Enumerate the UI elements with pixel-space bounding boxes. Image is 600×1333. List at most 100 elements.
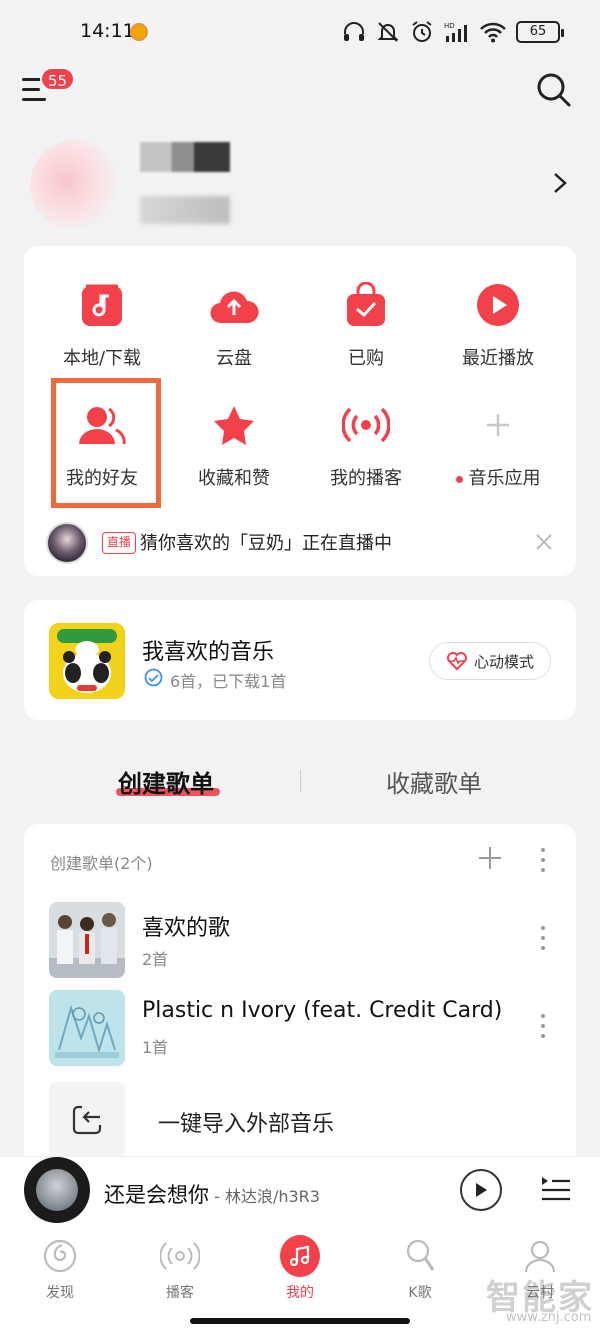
illustration-cover-art — [49, 990, 125, 1066]
notification-badge: 55 — [40, 67, 76, 91]
shortcut-music-apps[interactable]: 音乐应用 — [432, 398, 564, 490]
watermark-url: www.znj.com — [506, 1310, 592, 1325]
nav-podcast[interactable]: 播客 — [140, 1236, 220, 1302]
playlist-item[interactable]: Plastic n Ivory (feat. Credit Card) 1首 — [24, 990, 576, 1070]
alarm-icon — [412, 21, 432, 42]
add-icon — [487, 414, 509, 436]
star-icon — [214, 406, 254, 445]
nav-label: 发现 — [46, 1285, 74, 1301]
music-note-icon — [289, 1245, 310, 1267]
playlist-name: Plastic n Ivory (feat. Credit Card) — [142, 998, 503, 1023]
liked-music-card[interactable]: 我喜欢的音乐 6首，已下载1首 心动模式 — [24, 600, 576, 720]
podcast-icon — [160, 1242, 200, 1270]
svg-text:HD: HD — [444, 22, 455, 30]
add-icon — [479, 847, 501, 869]
shortcut-card: 本地/下载 云盘 已购 最近播放 我的好友 收藏和赞 我的播客 音乐应用 直播 … — [24, 246, 576, 576]
live-host-avatar[interactable] — [46, 522, 88, 564]
cloud-upload-icon — [210, 291, 259, 324]
playlist-item[interactable]: 喜欢的歌 2首 — [24, 902, 576, 982]
shortcut-my-podcast[interactable]: 我的播客 — [300, 398, 432, 490]
live-banner-text[interactable]: 猜你喜欢的「豆奶」正在直播中 — [140, 529, 392, 555]
shortcut-recent-play[interactable]: 最近播放 — [432, 278, 564, 370]
microphone-icon — [406, 1239, 435, 1271]
heart-mode-button[interactable]: 心动模式 — [429, 642, 551, 680]
liked-music-cover[interactable] — [49, 623, 125, 699]
create-playlist-button[interactable] — [478, 846, 502, 870]
playlist-count: 1首 — [142, 1038, 169, 1057]
shortcut-local-download[interactable]: 本地/下载 — [36, 278, 168, 370]
import-label: 一键导入外部音乐 — [158, 1112, 335, 1137]
user-level-redacted — [140, 196, 230, 224]
recent-play-icon — [477, 284, 519, 326]
heart-mode-label: 心动模式 — [473, 652, 534, 671]
shortcut-cloud-disk[interactable]: 云盘 — [168, 278, 300, 370]
nav-karaoke[interactable]: K歌 — [380, 1236, 460, 1302]
chevron-right-icon — [554, 173, 567, 193]
home-indicator — [190, 1318, 410, 1324]
status-bar: 14:11 HD 65 — [0, 0, 600, 64]
shortcut-label: 收藏和赞 — [198, 468, 270, 489]
nav-label: 我的 — [286, 1285, 314, 1301]
live-tag: 直播 — [102, 532, 137, 554]
shortcut-purchased[interactable]: 已购 — [300, 278, 432, 370]
shortcut-label: 云盘 — [216, 348, 252, 369]
shortcut-label: 最近播放 — [462, 348, 534, 369]
playlist-cover[interactable] — [49, 990, 125, 1066]
wifi-icon — [480, 22, 506, 43]
purchased-bag-icon — [347, 282, 385, 326]
user-avatar[interactable] — [30, 140, 120, 230]
search-icon — [537, 73, 571, 107]
now-playing-artist: - 林达浪/h3R3 — [209, 1187, 320, 1206]
search-button[interactable] — [536, 72, 572, 108]
silent-bell-icon — [377, 22, 399, 42]
profile-arrow[interactable] — [548, 168, 572, 198]
playlist-more-button[interactable] — [540, 926, 546, 952]
profile-row[interactable] — [0, 130, 600, 240]
battery-indicator: 65 — [516, 21, 564, 43]
now-playing-title: 还是会想你 — [104, 1183, 209, 1207]
nav-label: K歌 — [408, 1285, 432, 1301]
nav-label: 播客 — [166, 1285, 194, 1301]
nav-mine[interactable]: 我的 — [260, 1235, 340, 1302]
tab-collected-playlists[interactable]: 收藏歌单 — [386, 764, 482, 799]
live-banner[interactable]: 直播 猜你喜欢的「豆奶」正在直播中 — [24, 516, 576, 570]
playlist-more-button[interactable] — [540, 1014, 546, 1040]
status-icons: HD 65 — [342, 20, 564, 44]
new-dot-indicator — [455, 475, 463, 483]
weibo-notification-icon — [130, 23, 148, 41]
community-icon — [524, 1240, 556, 1273]
mini-player[interactable]: 还是会想你 - 林达浪/h3R3 — [0, 1156, 600, 1226]
shortcut-label: 我的播客 — [330, 468, 402, 489]
queue-list-icon — [542, 1177, 570, 1201]
tab-divider — [300, 770, 301, 792]
close-icon — [536, 534, 552, 550]
liked-music-subtitle: 6首，已下载1首 — [170, 672, 287, 691]
playlist-cover[interactable] — [49, 902, 125, 978]
play-button[interactable] — [460, 1169, 502, 1211]
playlist-name: 喜欢的歌 — [142, 916, 231, 941]
downloaded-check-icon — [144, 668, 163, 687]
discover-icon — [43, 1239, 77, 1273]
shortcut-favorites[interactable]: 收藏和赞 — [168, 398, 300, 490]
import-icon — [72, 1105, 102, 1135]
user-name-redacted — [140, 142, 230, 172]
shortcut-label: 已购 — [348, 348, 384, 369]
playlist-section-header: 创建歌单(2个) — [50, 854, 153, 873]
liked-music-title: 我喜欢的音乐 — [142, 640, 275, 665]
live-banner-close-button[interactable] — [534, 532, 554, 552]
signal-icon: HD — [444, 22, 467, 42]
band-photo-cover-art — [49, 902, 125, 978]
play-icon — [476, 1183, 487, 1197]
now-playing-disc[interactable] — [24, 1157, 90, 1223]
playlist-section-more-button[interactable] — [540, 848, 546, 874]
headphones-icon — [344, 22, 364, 41]
import-external-music-row[interactable]: 一键导入外部音乐 — [24, 1082, 576, 1162]
shortcut-label: 本地/下载 — [62, 348, 142, 369]
playlist-queue-button[interactable] — [540, 1173, 572, 1205]
tab-created-playlists[interactable]: 创建歌单 — [118, 764, 214, 799]
status-time: 14:11 — [80, 20, 135, 42]
import-button[interactable] — [49, 1082, 125, 1158]
shortcut-label: 音乐应用 — [468, 468, 541, 489]
highlight-annotation-box — [51, 378, 161, 508]
nav-discover[interactable]: 发现 — [20, 1236, 100, 1302]
